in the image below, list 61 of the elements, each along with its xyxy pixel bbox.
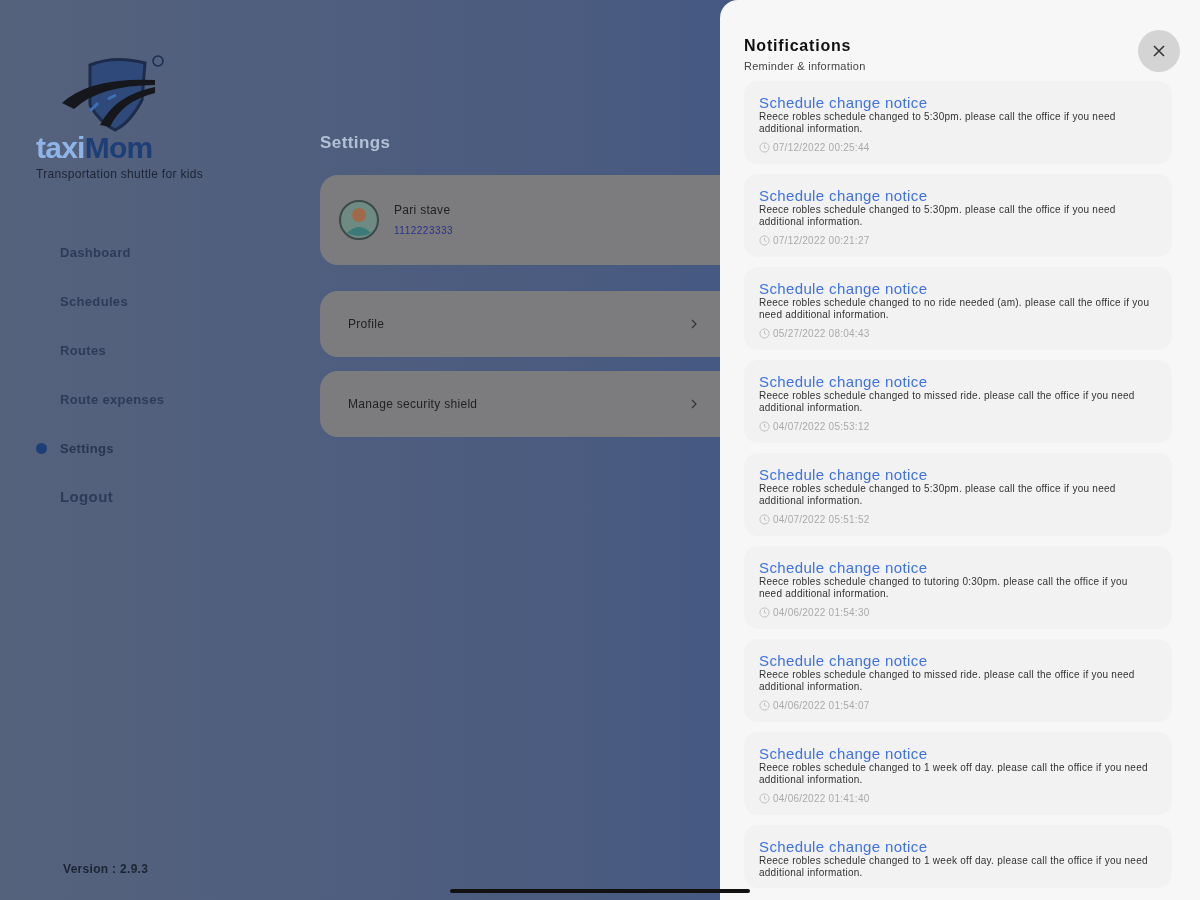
brand-tagline: Transportation shuttle for kids [36, 166, 203, 183]
clock-icon [759, 420, 770, 432]
notification-title: Schedule change notice [759, 837, 929, 855]
settings-row[interactable]: Profile [320, 290, 720, 357]
close-button[interactable] [1138, 30, 1180, 72]
notification-time: 04/07/2022 05:53:12 [773, 419, 870, 434]
notification-body: Reece robles schedule changed to missed ride. please call the office if you need additional information. [759, 668, 1136, 693]
clock-icon [759, 606, 770, 618]
clock-icon [759, 234, 770, 246]
notification-body: Reece robles schedule changed to missed ride. please call the office if you need additional information. [759, 389, 1136, 414]
notification-time: 04/07/2022 05:51:52 [773, 512, 870, 527]
notification-card[interactable]: Schedule change notice Reece robles schedule changed to 5:30pm. please call the office if you need additional information. 04/07/2022 05:51:52 [744, 452, 1172, 536]
notification-body: Reece robles schedule changed to 5:30pm. please call the office if you need additional information. [759, 110, 1117, 135]
notification-body: Reece robles schedule changed to tutoring 0:30pm. please call the office if you need additional information. [759, 575, 1129, 600]
clock-icon [759, 327, 770, 339]
brand-name: taxi [36, 133, 85, 163]
notification-title: Schedule change notice [759, 744, 929, 762]
notification-title: Schedule change notice [759, 279, 929, 297]
notification-card[interactable]: Schedule change notice Reece robles schedule changed to no ride needed (am). please call the office if you need additional information. 05/27/2022 08:04:43 [744, 266, 1172, 350]
user-name: Pari stave [394, 202, 452, 219]
notification-time: 05/27/2022 08:04:43 [773, 326, 870, 341]
notification-time: 04/06/2022 01:54:07 [773, 698, 870, 713]
notification-card[interactable]: Schedule change notice Reece robles schedule changed to missed ride. please call the office if you need additional information. 04/07/2022 05:53:12 [744, 359, 1172, 443]
notification-time: 07/12/2022 00:25:44 [773, 140, 870, 155]
user-card[interactable]: Pari stave 1112223333 [320, 174, 720, 265]
close-icon [1152, 44, 1166, 58]
clock-icon [759, 699, 770, 711]
notification-card[interactable]: Schedule change notice Reece robles schedule changed to tutoring 0:30pm. please call the office if you need additional information. 04/06/2022 01:54:30 [744, 545, 1172, 629]
settings-row-label: Manage security shield [348, 395, 479, 413]
settings-row[interactable]: Manage security shield [320, 370, 720, 437]
notification-time: 07/12/2022 00:21:27 [773, 233, 870, 248]
user-phone: 1112223333 [394, 224, 454, 238]
notification-body: Reece robles schedule changed to 1 week off day. please call the office if you need additional information. [759, 854, 1149, 879]
notification-title: Schedule change notice [759, 93, 929, 111]
page-title: Settings [320, 132, 392, 154]
notification-card[interactable]: Schedule change notice Reece robles schedule changed to missed ride. please call the office if you need additional information. 04/06/2022 01:54:07 [744, 638, 1172, 722]
clock-icon [759, 513, 770, 525]
clock-icon [759, 141, 770, 153]
panel-subtitle: Reminder & information [744, 59, 867, 74]
settings-row-label: Profile [348, 315, 386, 333]
chevron-right-icon [690, 398, 698, 409]
notification-title: Schedule change notice [759, 558, 929, 576]
notification-time: 04/06/2022 01:41:40 [773, 791, 870, 806]
notification-card[interactable]: Schedule change notice Reece robles schedule changed to 5:30pm. please call the office if you need additional information. 07/12/2022 00:25:44 [744, 80, 1172, 164]
notification-card[interactable]: Schedule change notice Reece robles schedule changed to 5:30pm. please call the office if you need additional information. 07/12/2022 00:21:27 [744, 173, 1172, 257]
notification-time: 04/06/2022 01:54:30 [773, 605, 870, 620]
notification-title: Schedule change notice [759, 651, 929, 669]
chevron-right-icon [690, 318, 698, 329]
notification-card[interactable]: Schedule change notice Reece robles schedule changed to 1 week off day. please call the office if you need additional information. 04/06/2022 01:41:40 [744, 731, 1172, 815]
clock-icon [759, 792, 770, 804]
avatar-icon [338, 198, 380, 241]
notification-title: Schedule change notice [759, 465, 929, 483]
panel-title: Notifications [744, 36, 853, 56]
notification-card[interactable]: Schedule change notice Reece robles schedule changed to 1 week off day. please call the office if you need additional information. [744, 824, 1172, 888]
notification-body: Reece robles schedule changed to no ride needed (am). please call the office if you need additional information. [759, 296, 1151, 321]
notification-body: Reece robles schedule changed to 5:30pm. please call the office if you need additional information. [759, 482, 1117, 507]
notification-title: Schedule change notice [759, 186, 929, 204]
notification-body: Reece robles schedule changed to 5:30pm. please call the office if you need additional information. [759, 203, 1117, 228]
version-text: Version : 2.9.3 [62, 861, 150, 878]
notification-title: Schedule change notice [759, 372, 929, 390]
notification-body: Reece robles schedule changed to 1 week off day. please call the office if you need additional information. [759, 761, 1149, 786]
